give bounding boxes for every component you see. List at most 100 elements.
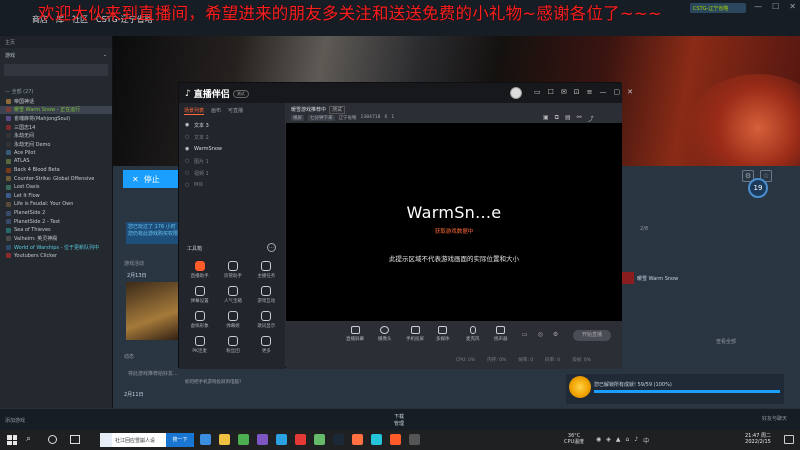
maximize-icon[interactable]: ▢ (614, 88, 621, 96)
sidebar-home[interactable]: 主页 (0, 36, 112, 48)
minimize-icon[interactable]: — (600, 88, 607, 96)
eye-icon[interactable]: ○ (185, 134, 191, 140)
sidebar-game-item[interactable]: 三国志14 (0, 123, 112, 132)
tool-button[interactable]: 游戏互动 (250, 286, 283, 304)
volume-icon[interactable]: ♪ (634, 436, 638, 445)
tool-button[interactable]: 弹幕姬 (216, 311, 249, 329)
sidebar-game-item[interactable]: PlanetSide 2 - Test (0, 217, 112, 226)
app-icon[interactable] (371, 434, 382, 445)
search-button[interactable]: 搜一下 (166, 433, 194, 447)
library-search-input[interactable] (4, 64, 108, 76)
record-icon[interactable]: ▭ (522, 331, 528, 338)
media-button[interactable]: 多媒体 (436, 326, 450, 342)
info-orientation[interactable]: 横屏 (291, 115, 304, 121)
sidebar-game-item[interactable]: Lost Oasis (0, 183, 112, 192)
share-icon[interactable]: ⤴ (588, 114, 594, 123)
windows-start-icon[interactable] (7, 435, 17, 445)
sidebar-games-header[interactable]: 游戏 ⌄ (0, 48, 112, 62)
taskbar-search-box[interactable]: 社江回应雪崩人设 搜一下 (100, 433, 194, 447)
sidebar-game-item[interactable]: 雀魂麻将(MahjongSoul) (0, 114, 112, 123)
more-icon[interactable]: … (267, 243, 276, 252)
microphone-button[interactable]: 麦克风 (466, 326, 480, 342)
tool-button[interactable]: 主播任务 (250, 261, 283, 279)
sidebar-game-item[interactable]: 永劫无间 (0, 131, 112, 140)
tool-button[interactable]: 弹幕设置 (183, 286, 216, 304)
activity-thumbnail[interactable] (126, 282, 184, 340)
add-game-button[interactable]: 添加游戏 (5, 417, 25, 424)
tool-button[interactable]: PK连麦 (183, 336, 216, 354)
sidebar-game-item[interactable]: PlanetSide 2 (0, 209, 112, 218)
tool-button[interactable]: 房管助手 (216, 261, 249, 279)
tray-icon[interactable]: ▲ (616, 436, 621, 445)
start-live-button[interactable]: 开始直播 (573, 330, 611, 341)
screen-icon[interactable]: ▭ (534, 88, 541, 96)
sidebar-game-item[interactable]: 暖雪 Warm Snow - 正在运行 (0, 105, 112, 115)
screen-capture-button[interactable]: 直播屏幕 (346, 326, 364, 342)
folder-icon[interactable] (219, 434, 230, 445)
sidebar-game-item[interactable]: Valheim: 英灵神殿 (0, 235, 112, 244)
tool-button[interactable]: 歌词显示 (250, 311, 283, 329)
recommend-input[interactable]: 将此游戏推荐给好友... (128, 370, 178, 377)
app-icon[interactable] (352, 434, 363, 445)
gift-icon[interactable]: ▣ (543, 114, 549, 123)
sidebar-game-item[interactable]: World of Warships - 位于更新队列中 (0, 243, 112, 252)
chevron-down-icon[interactable]: ⌄ (103, 52, 107, 58)
menu-icon[interactable]: ≡ (587, 88, 593, 96)
info-category[interactable]: 七分钟下来 (308, 115, 335, 121)
eye-icon[interactable]: ○ (185, 182, 191, 188)
link-icon[interactable]: ⚯ (577, 114, 582, 123)
tool-button[interactable]: 虚拟形象 (183, 311, 216, 329)
tab-scene-list[interactable]: 场景列表 (184, 107, 205, 115)
sidebar-game-item[interactable]: Sea of Thieves (0, 226, 112, 235)
sidebar-game-item[interactable]: Life is Feudal: Your Own (0, 200, 112, 209)
sidebar-game-item[interactable]: 帝国神话 (0, 97, 112, 106)
close-icon[interactable]: ✕ (627, 88, 633, 96)
tab-canvas[interactable]: 画布 (211, 107, 221, 115)
settings-icon[interactable]: ⚙ (553, 331, 558, 338)
app-icon[interactable] (409, 434, 420, 445)
tool-button[interactable]: 更多 (250, 336, 283, 354)
app-icon[interactable] (276, 434, 287, 445)
sidebar-game-item[interactable]: Let It Flow (0, 192, 112, 201)
scene-item[interactable]: ○ 图片 1 (179, 155, 285, 167)
eye-icon[interactable]: ○ (185, 158, 191, 164)
edge-icon[interactable] (200, 434, 211, 445)
phone-cast-button[interactable]: 手机投屏 (406, 326, 424, 342)
view-all-link[interactable]: 查看全部 (716, 338, 736, 345)
friend-activity[interactable]: 暖雪 Warm Snow (622, 272, 782, 284)
mobile-cast-tip[interactable]: 如何把手机游戏投屏到电脑? (185, 379, 241, 385)
camera-button[interactable]: 摄像头 (378, 326, 392, 342)
lock-icon[interactable]: ⊡ (574, 88, 580, 96)
scene-item[interactable]: ○ MIX (179, 179, 285, 191)
notification-icon[interactable] (784, 435, 794, 444)
tool-button[interactable]: 直播助手 (183, 261, 216, 279)
eye-icon[interactable]: ○ (185, 170, 191, 176)
stream-title[interactable]: 暖雪游戏推荐中 测试 (291, 106, 346, 114)
tab-live[interactable]: 可直播 (228, 107, 243, 115)
tool-button[interactable]: 人气宝箱 (216, 286, 249, 304)
close-icon[interactable]: ✕ (789, 2, 796, 11)
sidebar-game-item[interactable]: Youtubers Clicker (0, 252, 112, 261)
minimize-icon[interactable]: — (754, 2, 762, 11)
downloads-button[interactable]: 下载 管理 (394, 413, 404, 427)
app-icon[interactable] (314, 434, 325, 445)
preview-canvas[interactable]: WarmSn...e 获取游戏数据中 此提示区域不代表游戏画面的实际位置和大小 (286, 123, 622, 321)
scene-item[interactable]: ○ 视频 1 (179, 167, 285, 179)
tool-button[interactable]: 粉丝团 (216, 336, 249, 354)
bag-icon[interactable]: ▤ (565, 114, 571, 123)
scene-item[interactable]: ○ 文本 2 (179, 131, 285, 143)
scene-item[interactable]: ◉ WarmSnow (179, 143, 285, 155)
chat-icon[interactable]: ☐ (548, 88, 554, 96)
sidebar-game-item[interactable]: Counter-Strike: Global Offensive (0, 174, 112, 183)
streaming-app-icon[interactable] (390, 434, 401, 445)
stop-button[interactable]: ✕ 停止 (123, 170, 178, 188)
app-icon[interactable] (257, 434, 268, 445)
search-icon[interactable]: ⌕ (26, 434, 31, 444)
friends-chat-button[interactable]: 好友与聊天 (762, 415, 787, 422)
eye-icon[interactable]: ◉ (185, 146, 191, 152)
network-icon[interactable]: ⌂ (626, 436, 630, 445)
scene-item[interactable]: ◉ 文本 3 (179, 119, 285, 131)
cortana-icon[interactable] (48, 435, 57, 444)
tray-icon[interactable]: ◉ (596, 436, 601, 445)
sidebar-game-item[interactable]: Ace Pilot (0, 149, 112, 158)
